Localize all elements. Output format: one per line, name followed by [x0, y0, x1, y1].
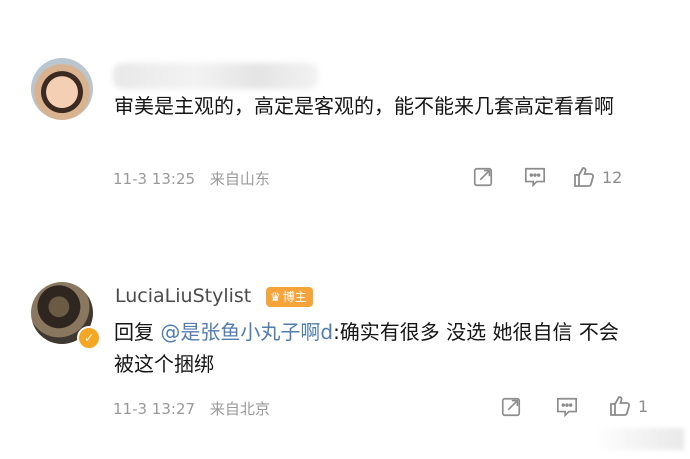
role-badge: ♛ 博主 [266, 287, 313, 307]
comment-meta: 11-3 13:27 来自北京 [113, 398, 270, 419]
comment-button[interactable] [555, 396, 579, 418]
comment-icon [557, 397, 577, 418]
crown-icon: ♛ [270, 290, 281, 304]
username[interactable]: LuciaLiuStylist [115, 285, 251, 307]
verified-badge-icon: ✓ [77, 326, 101, 350]
share-button[interactable] [472, 166, 494, 188]
role-badge-label: 博主 [282, 290, 307, 304]
comment-text: 审美是主观的，高定是客观的，能不能来几套高定看看啊 [114, 94, 614, 118]
reply-prefix: 回复 [114, 320, 161, 344]
share-icon [473, 167, 493, 187]
share-button[interactable] [500, 396, 522, 418]
blurred-watermark [594, 428, 684, 450]
share-icon [501, 397, 521, 417]
comment-button[interactable] [523, 166, 547, 188]
like-count: 1 [638, 396, 649, 416]
like-icon [574, 167, 595, 187]
like-button[interactable]: 12 [572, 165, 622, 189]
comment-location: 来自北京 [209, 400, 270, 418]
mention-link[interactable]: @是张鱼小丸子啊d [160, 320, 333, 344]
comment-icon [525, 167, 545, 188]
blurred-username [113, 63, 318, 89]
comment-location: 来自山东 [209, 170, 270, 188]
comment-text: 回复 @是张鱼小丸子啊d:确实有很多 没选 她很自信 不会被这个捆绑 [114, 316, 634, 380]
comment-meta: 11-3 13:25 来自山东 [113, 168, 270, 189]
comment-time: 11-3 13:25 [113, 170, 196, 188]
like-button[interactable]: 1 [608, 394, 648, 418]
like-count: 12 [602, 167, 623, 187]
like-icon [610, 396, 631, 416]
avatar[interactable] [31, 58, 93, 120]
comment-time: 11-3 13:27 [113, 400, 196, 418]
